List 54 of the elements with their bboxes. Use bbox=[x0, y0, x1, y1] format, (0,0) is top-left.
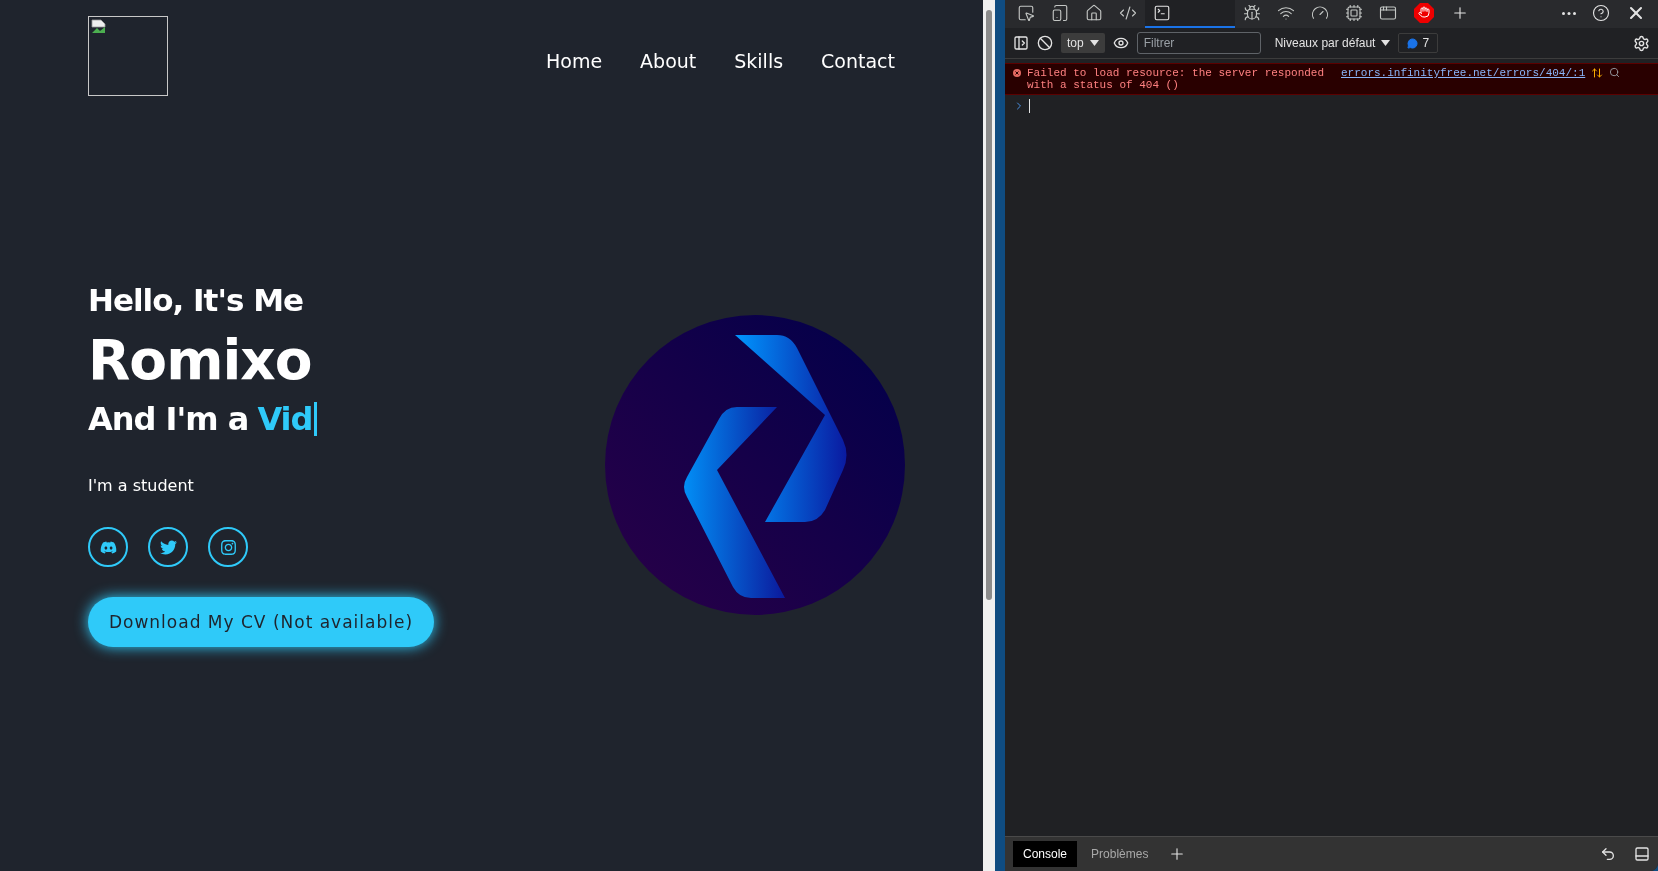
text-caret bbox=[1029, 99, 1030, 113]
filter-input[interactable]: Filtrer bbox=[1136, 32, 1261, 54]
typing-cursor bbox=[314, 402, 318, 436]
social-link[interactable] bbox=[148, 527, 188, 567]
more-icon bbox=[1562, 11, 1576, 15]
dropdown-caret-icon bbox=[1089, 40, 1099, 46]
social-link[interactable] bbox=[208, 527, 248, 567]
sidebar-toggle-icon[interactable] bbox=[1013, 35, 1029, 51]
instagram-icon bbox=[219, 538, 237, 556]
error-message: Failed to load resource: the server responded with a status of 404 () bbox=[1027, 67, 1326, 91]
hand-stop-icon bbox=[1413, 2, 1435, 24]
network-request-icon[interactable] bbox=[1591, 67, 1604, 79]
role-heading: And I'm a bbox=[88, 400, 249, 438]
drawer-tab[interactable]: Console bbox=[1013, 841, 1078, 867]
help-icon bbox=[1592, 4, 1610, 22]
scrollbar-thumb[interactable] bbox=[986, 10, 992, 600]
broken-image-icon bbox=[91, 19, 107, 35]
dock-icon[interactable] bbox=[1600, 846, 1616, 862]
gauge-icon bbox=[1311, 4, 1329, 22]
typed-role-text: Vid bbox=[257, 400, 313, 438]
issues-counter[interactable]: 7 bbox=[1398, 33, 1439, 53]
nav-link[interactable]: Home bbox=[545, 50, 603, 72]
terminal-icon bbox=[1153, 4, 1171, 22]
nav-link[interactable]: About bbox=[640, 50, 697, 72]
panel-icon[interactable] bbox=[1634, 846, 1650, 862]
name-heading: Romixo bbox=[88, 328, 312, 392]
settings-icon[interactable] bbox=[1633, 34, 1650, 52]
clear-console-icon[interactable] bbox=[1037, 35, 1053, 51]
twitter-icon bbox=[159, 538, 177, 556]
eye-icon[interactable] bbox=[1112, 35, 1129, 51]
source-link[interactable]: errors.infinityfree.net/errors/404/:1 bbox=[1341, 67, 1586, 79]
message-icon bbox=[1407, 37, 1419, 49]
device-icon bbox=[1051, 4, 1069, 22]
greeting-heading: Hello, It's Me bbox=[88, 282, 304, 318]
levels-dropdown[interactable]: Niveaux par défaut bbox=[1274, 36, 1391, 50]
download-cv-button[interactable]: Download My CV (Not available) bbox=[88, 597, 434, 647]
inspect-icon bbox=[1017, 4, 1035, 22]
code-icon bbox=[1119, 4, 1137, 22]
drawer-tab[interactable]: Problèmes bbox=[1081, 841, 1159, 867]
context-dropdown[interactable]: top bbox=[1061, 33, 1105, 53]
social-link[interactable] bbox=[88, 527, 128, 567]
house-icon bbox=[1085, 4, 1103, 22]
dropdown-caret-icon bbox=[1381, 40, 1391, 46]
bug-icon bbox=[1243, 4, 1261, 22]
search-icon[interactable] bbox=[1609, 67, 1621, 78]
bio-text: I'm a student bbox=[88, 476, 194, 495]
window-icon bbox=[1379, 4, 1397, 22]
plus-icon bbox=[1451, 4, 1469, 22]
devtools-tab[interactable] bbox=[1145, 0, 1235, 28]
chip-icon bbox=[1345, 4, 1363, 22]
scrollbar[interactable] bbox=[983, 0, 995, 871]
error-icon bbox=[1013, 69, 1021, 77]
nav-link[interactable]: Skills bbox=[734, 50, 784, 72]
nav-link[interactable]: Contact bbox=[821, 50, 895, 72]
